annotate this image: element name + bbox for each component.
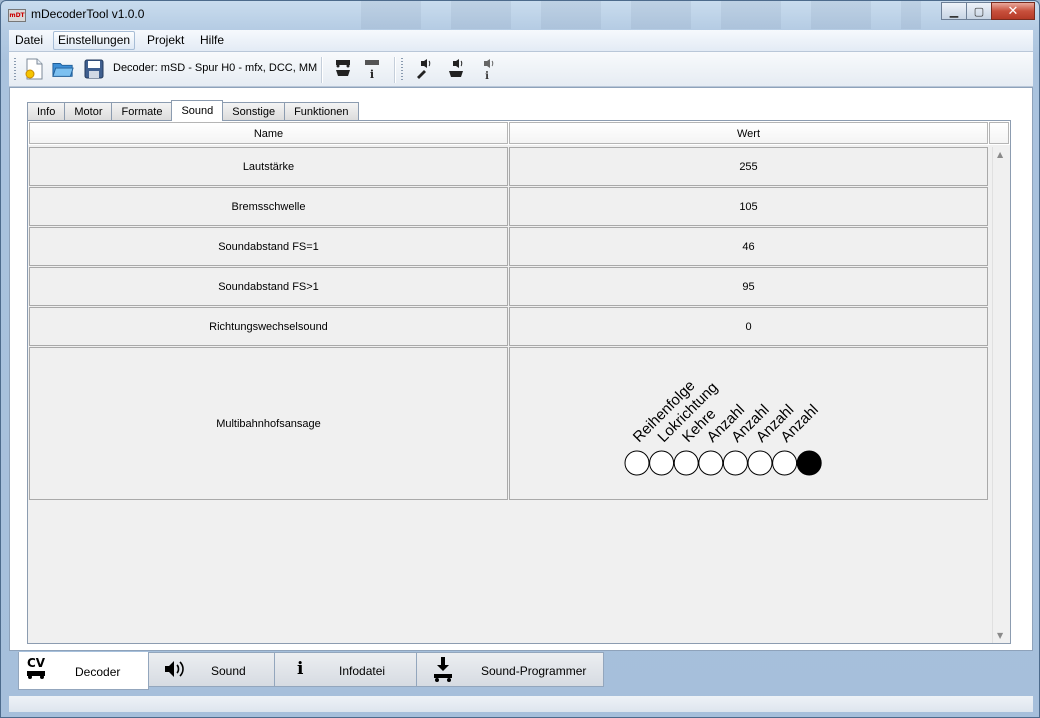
toolbar-grip-2[interactable] <box>401 58 403 82</box>
bottom-tab-decoder[interactable]: CV Decoder <box>18 652 149 690</box>
column-header-wert[interactable]: Wert <box>509 122 988 144</box>
column-header-name[interactable]: Name <box>29 122 508 144</box>
vertical-scrollbar[interactable]: ▲ ▼ <box>992 147 1009 643</box>
menu-bar: Datei Einstellungen Projekt Hilfe <box>9 30 1033 52</box>
bottom-tab-label: Infodatei <box>339 664 386 678</box>
window-title: mDecoderTool v1.0.0 <box>31 7 145 21</box>
maximize-button[interactable]: ▢ <box>966 2 992 20</box>
tab-sound[interactable]: Sound <box>171 100 224 121</box>
bottom-tab-label: Sound-Programmer <box>481 664 587 678</box>
sound-edit-icon[interactable] <box>413 58 435 80</box>
table-row: Soundabstand FS>1 95 <box>28 267 992 306</box>
cv-table: Name Wert Lautstärke 255 Bremsschwelle 1… <box>27 120 1011 644</box>
cv-locomotive-icon: CV <box>27 656 45 679</box>
row-name-cell: Richtungswechselsound <box>29 307 508 346</box>
bottom-tab-label: Sound <box>211 664 246 678</box>
svg-text:i: i <box>485 71 489 80</box>
bit-field: ReihenfolgeLokrichtungKehreAnzahlAnzahlA… <box>624 377 822 476</box>
bit-toggle[interactable] <box>796 450 822 476</box>
main-panel: Info Motor Formate Sound Sonstige Funkti… <box>9 87 1033 651</box>
title-bar-glass <box>361 1 921 29</box>
table-row: Richtungswechselsound 0 <box>28 307 992 346</box>
row-name-cell: Lautstärke <box>29 147 508 186</box>
table-row: Lautstärke 255 <box>28 147 992 186</box>
menu-einstellungen[interactable]: Einstellungen <box>53 31 136 50</box>
bottom-tab-sound-programmer[interactable]: Sound-Programmer <box>416 652 604 687</box>
scroll-up-icon[interactable]: ▲ <box>997 150 1003 159</box>
toolbar-separator <box>321 57 323 83</box>
minimize-button[interactable]: ▁ <box>941 2 967 20</box>
svg-text:i: i <box>370 68 374 80</box>
column-header-spacer <box>989 122 1009 144</box>
bottom-tab-bar: CV Decoder Sound i Infodatei Sound-Progr… <box>18 652 604 690</box>
row-name-cell: Bremsschwelle <box>29 187 508 226</box>
menu-datei[interactable]: Datei <box>11 32 47 49</box>
scroll-down-icon[interactable]: ▼ <box>997 631 1003 640</box>
app-window: mDT mDecoderTool v1.0.0 ▁ ▢ ✕ Datei Eins… <box>0 0 1040 718</box>
toolbar: Decoder: mSD - Spur H0 - mfx, DCC, MM i … <box>9 52 1033 87</box>
bit-toggle[interactable] <box>649 450 675 476</box>
menu-projekt[interactable]: Projekt <box>143 32 188 49</box>
app-logo[interactable]: mDT <box>8 9 26 22</box>
tab-motor[interactable]: Motor <box>64 102 113 120</box>
maximize-icon: ▢ <box>973 4 985 18</box>
menu-hilfe[interactable]: Hilfe <box>196 32 228 49</box>
speaker-icon <box>163 659 187 682</box>
bottom-tab-infodatei[interactable]: i Infodatei <box>274 652 417 687</box>
bit-field-cell: Reihenfolge Lokrichtung Kehre Anzahl Anzahl A… <box>509 347 988 500</box>
bit-toggle[interactable] <box>698 450 724 476</box>
row-value-cell[interactable]: 95 <box>509 267 988 306</box>
info-icon: i <box>297 659 304 679</box>
toolbar-grip[interactable] <box>14 58 16 82</box>
bottom-tab-label: Decoder <box>75 665 121 679</box>
row-name-cell: Soundabstand FS=1 <box>29 227 508 266</box>
status-bar <box>9 696 1033 712</box>
bit-toggle[interactable] <box>624 450 650 476</box>
bottom-tab-sound[interactable]: Sound <box>148 652 275 687</box>
new-file-icon[interactable] <box>23 58 45 80</box>
row-value-cell[interactable]: 105 <box>509 187 988 226</box>
download-arrow-icon <box>433 656 453 685</box>
tab-sonstige[interactable]: Sonstige <box>222 102 286 120</box>
row-name-cell: Soundabstand FS>1 <box>29 267 508 306</box>
title-bar[interactable]: mDT mDecoderTool v1.0.0 ▁ ▢ ✕ <box>1 1 1039 29</box>
row-value-cell[interactable]: 46 <box>509 227 988 266</box>
sound-read-icon[interactable] <box>445 58 467 80</box>
close-icon: ✕ <box>1007 3 1019 19</box>
toolbar-separator-2 <box>394 57 396 83</box>
read-decoder-icon[interactable] <box>332 58 354 80</box>
bit-toggle[interactable] <box>747 450 773 476</box>
table-header: Name Wert <box>28 121 1010 145</box>
bit-toggle[interactable] <box>722 450 748 476</box>
save-disk-icon[interactable] <box>83 58 105 80</box>
close-button[interactable]: ✕ <box>991 2 1035 20</box>
minimize-icon: ▁ <box>949 4 959 18</box>
window-controls: ▁ ▢ ✕ <box>941 2 1035 22</box>
tab-formate[interactable]: Formate <box>111 102 173 120</box>
sound-info-icon[interactable]: i <box>476 58 498 80</box>
tab-funktionen[interactable]: Funktionen <box>284 102 359 120</box>
row-value-cell[interactable]: 0 <box>509 307 988 346</box>
table-row: Soundabstand FS=1 46 <box>28 227 992 266</box>
table-row: Bremsschwelle 105 <box>28 187 992 226</box>
row-name-cell: Multibahnhofsansage <box>29 347 508 500</box>
decoder-label: Decoder: mSD - Spur H0 - mfx, DCC, MM <box>113 62 318 74</box>
decoder-info-icon[interactable]: i <box>361 58 383 80</box>
row-value-cell[interactable]: 255 <box>509 147 988 186</box>
bit-toggle[interactable] <box>673 450 699 476</box>
tab-bar: Info Motor Formate Sound Sonstige Funkti… <box>27 100 359 121</box>
bit-toggle[interactable] <box>772 450 798 476</box>
table-row: Multibahnhofsansage Reihenfolge Lokrichtu… <box>28 347 992 500</box>
open-folder-icon[interactable] <box>52 58 74 80</box>
tab-info[interactable]: Info <box>27 102 66 120</box>
